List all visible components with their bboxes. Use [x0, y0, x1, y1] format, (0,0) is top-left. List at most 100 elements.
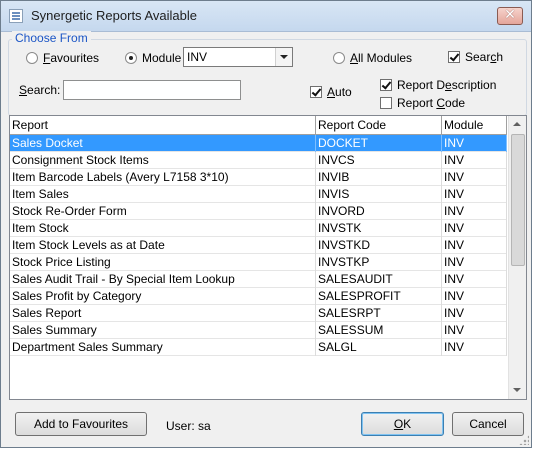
table-row[interactable]: Sales Profit by Category SALESPROFIT INV — [10, 288, 507, 305]
cell-report: Stock Price Listing — [10, 254, 316, 271]
table-row[interactable]: Stock Re-Order Form INVORD INV — [10, 203, 507, 220]
table-row[interactable]: Department Sales Summary SALGL INV — [10, 339, 507, 356]
close-button[interactable]: ✕ — [497, 7, 523, 25]
cell-module: INV — [442, 152, 507, 169]
favourites-label: Favourites — [43, 51, 100, 65]
cell-report: Item Barcode Labels (Avery L7158 3*10) — [10, 169, 316, 186]
auto-label: Auto — [327, 85, 352, 99]
table-row[interactable]: Sales Report SALESRPT INV — [10, 305, 507, 322]
close-icon: ✕ — [504, 7, 516, 23]
auto-checkbox-box[interactable] — [310, 86, 322, 98]
cell-module: INV — [442, 339, 507, 356]
auto-checkbox[interactable]: Auto — [310, 85, 352, 99]
report-description-label: Report Description — [397, 78, 497, 92]
cell-module: INV — [442, 288, 507, 305]
cell-module: INV — [442, 237, 507, 254]
report-code-checkbox-box[interactable] — [380, 97, 392, 109]
module-combo[interactable]: INV — [183, 47, 293, 67]
favourites-radio[interactable]: Favourites — [26, 51, 99, 65]
cell-report: Item Sales — [10, 186, 316, 203]
vertical-scrollbar[interactable] — [508, 116, 526, 399]
search-checkbox[interactable]: Search — [448, 50, 503, 64]
search-field-label: Search: — [19, 83, 61, 97]
reports-dialog: Synergetic Reports Available ✕ Choose Fr… — [0, 0, 532, 448]
resize-grip[interactable] — [519, 435, 529, 445]
cell-report-code: INVSTK — [316, 220, 442, 237]
cell-report: Sales Docket — [10, 135, 316, 152]
cell-report: Stock Re-Order Form — [10, 203, 316, 220]
module-radio-circle[interactable] — [125, 52, 137, 64]
report-description-checkbox[interactable]: Report Description — [380, 78, 496, 92]
cell-report: Sales Summary — [10, 322, 316, 339]
cell-module: INV — [442, 135, 507, 152]
table-row[interactable]: Sales Audit Trail - By Special Item Look… — [10, 271, 507, 288]
cell-report-code: SALESSUM — [316, 322, 442, 339]
report-code-label: Report Code — [397, 96, 466, 110]
report-list-icon — [9, 9, 23, 23]
add-to-favourites-button[interactable]: Add to Favourites — [15, 412, 147, 436]
cell-report: Sales Report — [10, 305, 316, 322]
cell-report-code: SALESRPT — [316, 305, 442, 322]
ok-button[interactable]: OK — [361, 412, 444, 436]
cell-module: INV — [442, 220, 507, 237]
cell-module: INV — [442, 254, 507, 271]
cell-module: INV — [442, 271, 507, 288]
table-row[interactable]: Sales Summary SALESSUM INV — [10, 322, 507, 339]
column-header-report[interactable]: Report — [10, 116, 316, 134]
scroll-down-arrow-icon[interactable] — [509, 382, 526, 399]
all-modules-radio-circle[interactable] — [333, 52, 345, 64]
title-bar[interactable]: Synergetic Reports Available ✕ — [1, 1, 531, 32]
all-modules-label: All Modules — [350, 51, 413, 65]
scroll-thumb[interactable] — [511, 134, 525, 266]
cell-report-code: INVIB — [316, 169, 442, 186]
cell-report-code: INVORD — [316, 203, 442, 220]
table-row[interactable]: Consignment Stock Items INVCS INV — [10, 152, 507, 169]
module-combo-value: INV — [187, 50, 208, 64]
module-radio[interactable]: Module — [125, 51, 181, 65]
search-checkbox-label: Search — [465, 50, 504, 64]
search-checkbox-box[interactable] — [448, 51, 460, 63]
table-row[interactable]: Sales Docket DOCKET INV — [10, 135, 507, 152]
cell-report-code: INVIS — [316, 186, 442, 203]
cell-report-code: DOCKET — [316, 135, 442, 152]
cell-report: Sales Profit by Category — [10, 288, 316, 305]
cell-report: Item Stock Levels as at Date — [10, 237, 316, 254]
cell-report-code: SALESAUDIT — [316, 271, 442, 288]
cell-module: INV — [442, 322, 507, 339]
cell-report: Consignment Stock Items — [10, 152, 316, 169]
cell-report: Department Sales Summary — [10, 339, 316, 356]
table-row[interactable]: Item Stock Levels as at Date INVSTKD INV — [10, 237, 507, 254]
window-title: Synergetic Reports Available — [31, 8, 197, 23]
module-label: Module — [142, 51, 182, 65]
user-label: User: sa — [166, 419, 211, 433]
cell-module: INV — [442, 305, 507, 322]
column-header-module[interactable]: Module — [442, 116, 507, 134]
table-row[interactable]: Stock Price Listing INVSTKP INV — [10, 254, 507, 271]
report-description-checkbox-box[interactable] — [380, 79, 392, 91]
cell-report-code: INVCS — [316, 152, 442, 169]
cancel-button[interactable]: Cancel — [452, 412, 524, 436]
column-header-report-code[interactable]: Report Code — [316, 116, 442, 134]
chevron-down-icon[interactable] — [275, 48, 292, 66]
table-row[interactable]: Item Barcode Labels (Avery L7158 3*10) IN… — [10, 169, 507, 186]
cell-report-code: SALESPROFIT — [316, 288, 442, 305]
table-header: Report Report Code Module — [10, 116, 507, 135]
cell-report-code: INVSTKP — [316, 254, 442, 271]
cell-module: INV — [442, 203, 507, 220]
cell-report-code: INVSTKD — [316, 237, 442, 254]
cell-module: INV — [442, 169, 507, 186]
table-row[interactable]: Item Stock INVSTK INV — [10, 220, 507, 237]
choose-from-legend: Choose From — [12, 31, 91, 45]
cell-report-code: SALGL — [316, 339, 442, 356]
scroll-up-arrow-icon[interactable] — [509, 116, 526, 133]
search-input[interactable] — [63, 80, 241, 100]
table-body: Sales Docket DOCKET INV Consignment Stock I… — [10, 135, 507, 356]
reports-table[interactable]: Report Report Code Module Sales Docket DO… — [9, 115, 527, 400]
table-row[interactable]: Item Sales INVIS INV — [10, 186, 507, 203]
cell-module: INV — [442, 186, 507, 203]
cell-report: Sales Audit Trail - By Special Item Look… — [10, 271, 316, 288]
favourites-radio-circle[interactable] — [26, 52, 38, 64]
all-modules-radio[interactable]: All Modules — [333, 51, 412, 65]
cell-report: Item Stock — [10, 220, 316, 237]
report-code-checkbox[interactable]: Report Code — [380, 96, 465, 110]
